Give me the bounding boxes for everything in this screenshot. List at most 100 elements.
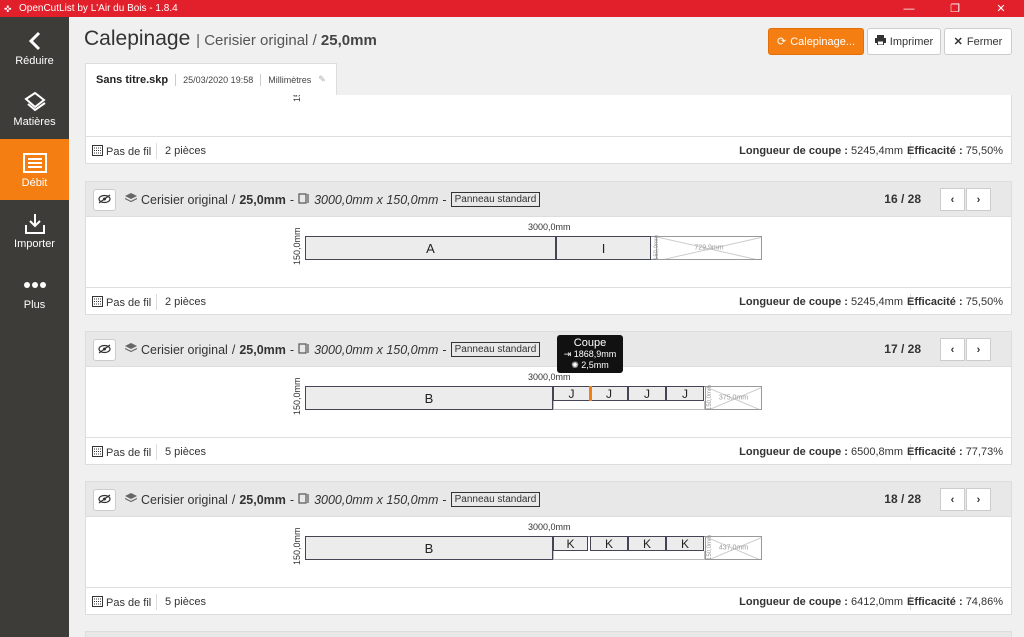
cut-length: Longueur de coupe : 6412,0mm (739, 596, 903, 608)
sidebar-item-matieres[interactable]: Matières (0, 78, 69, 139)
page-title-text: Calepinage (84, 27, 191, 50)
main-area: Calepinage | Cerisier original / 25,0mm … (69, 17, 1024, 637)
sheets-list[interactable]: 150,0mmAI729,9mm150,0mm Pas de fil 2 pièce… (85, 95, 1012, 637)
divider (156, 294, 157, 310)
panel-diagram: 3000,0mm 150,0mm B K K K K 437,0mm 150,0mm (292, 522, 781, 576)
subtitle-material: Cerisier original (204, 32, 309, 49)
print-button[interactable]: Imprimer (867, 28, 941, 55)
close-window-button[interactable]: ✕ (978, 0, 1024, 17)
offcut-height-label: 150,0mm (707, 384, 713, 410)
toggle-visibility-button[interactable] (93, 339, 116, 361)
close-button-label: Fermer (966, 35, 1003, 48)
print-icon (874, 35, 886, 48)
sidebar-item-plus[interactable]: Plus (0, 261, 69, 322)
sidebar-item-label: Plus (23, 298, 46, 311)
part-piece: B (305, 386, 553, 410)
divider (260, 73, 262, 86)
close-button[interactable]: ✕ Fermer (944, 28, 1012, 55)
sheet-thickness: 25,0mm (239, 342, 286, 357)
sheet-header: Cerisier original/25,0mm -3000,0mm x 150,… (85, 481, 1012, 517)
divider (175, 73, 177, 86)
prev-sheet-button[interactable]: ‹ (940, 188, 965, 211)
part-piece: J (628, 386, 666, 401)
file-name: Sans titre.skp (96, 73, 169, 86)
chevron-right-icon: › (976, 493, 981, 506)
efficiency: Efficacité : 75,50% (907, 145, 1003, 157)
eye-slash-icon (98, 194, 111, 207)
part-piece: B (305, 536, 553, 560)
sidebar-item-label: Importer (14, 237, 55, 250)
calepinage-button[interactable]: ⟳ Calepinage... (768, 28, 864, 55)
page-current: 17 (884, 342, 898, 356)
layers-icon (124, 192, 138, 207)
next-sheet-button[interactable]: › (966, 338, 991, 361)
efficiency-value: 75,50% (965, 296, 1003, 308)
sidebar-item-reduire[interactable]: Réduire (0, 17, 69, 78)
toggle-visibility-button[interactable] (93, 189, 116, 211)
sheet-slash: / (231, 192, 236, 207)
grain-label: Pas de fil (106, 597, 152, 609)
sheet-card: Cerisier original/25,0mm -3000,0mm x 150,… (85, 331, 1012, 465)
page-subtitle: | Cerisier original / 25,0mm (196, 32, 377, 49)
dash: - (289, 342, 295, 357)
panel-type-badge: Panneau standard (450, 192, 541, 207)
offcut-area: 375,0mm (705, 386, 762, 410)
cut-length-value: 6500,8mm (851, 446, 903, 458)
sidebar-item-importer[interactable]: Importer (0, 200, 69, 261)
dimensions-icon (298, 342, 310, 357)
cutting-diagram: 150,0mmAI729,9mm150,0mm (85, 95, 1012, 136)
prev-sheet-button[interactable]: ‹ (940, 488, 965, 511)
grain-icon (92, 446, 103, 460)
page-total: 28 (907, 342, 921, 356)
offcut-length-label: 375,0mm (718, 394, 749, 402)
arrow-right-bar-icon: ⇥ (563, 349, 574, 359)
pencil-icon[interactable]: ✎ (318, 74, 326, 85)
panel-type-badge: Panneau standard (450, 492, 541, 507)
part-piece: K (590, 536, 628, 551)
dimensions-icon (298, 192, 310, 207)
grain-icon (92, 145, 103, 159)
restore-button[interactable]: ❐ (932, 0, 978, 17)
next-sheet-button[interactable]: › (966, 488, 991, 511)
panel-height-label: 150,0mm (292, 527, 302, 565)
sidebar-item-debit[interactable]: Débit (0, 139, 69, 200)
minimize-button[interactable]: — (886, 0, 932, 17)
panel-diagram: 3000,0mm 150,0mm A I 729,9mm 150,0mm (292, 222, 781, 276)
page-separator: / (897, 492, 908, 506)
grain-info: Pas de fil (92, 145, 151, 159)
tooltip-kerf: ✺ 2,5mm (562, 360, 618, 371)
sheet-pager: 16 / 28 (884, 192, 921, 206)
window-titlebar: ✜ OpenCutList by L'Air du Bois - 1.8.4 —… (0, 0, 1024, 17)
panel-width-label: 3000,0mm (528, 222, 571, 232)
sheet-header-next (85, 631, 1012, 637)
sheet-header: Cerisier original/25,0mm -3000,0mm x 150,… (85, 181, 1012, 217)
eye-slash-icon (98, 344, 111, 357)
tooltip-title: Coupe (573, 337, 607, 349)
piece-count: 2 pièces (165, 296, 206, 308)
cut-length-label: Longueur de coupe : (739, 296, 848, 308)
grain-label: Pas de fil (106, 297, 152, 309)
part-piece: I (556, 236, 651, 260)
part-piece: K (628, 536, 666, 551)
print-button-label: Imprimer (889, 35, 934, 48)
toggle-visibility-button[interactable] (93, 489, 116, 511)
subtitle-separator: | (196, 32, 201, 49)
cutting-diagram: 3000,0mm 150,0mm A I 729,9mm 150,0mm (85, 217, 1012, 287)
file-units[interactable]: Millimètres (268, 75, 311, 85)
next-sheet-button[interactable]: › (966, 188, 991, 211)
cut-length-label: Longueur de coupe : (739, 145, 848, 157)
cut-length: Longueur de coupe : 5245,4mm (739, 145, 903, 157)
list-icon (22, 151, 47, 175)
efficiency: Efficacité : 77,73% (907, 446, 1003, 458)
page-current: 16 (884, 192, 898, 206)
efficiency-value: 74,86% (965, 596, 1003, 608)
sheet-footer: Pas de fil 5 pièces Longueur de coupe : 64… (85, 587, 1012, 615)
part-piece: J (553, 386, 590, 401)
prev-sheet-button[interactable]: ‹ (940, 338, 965, 361)
panel-diagram: 3000,0mm 150,0mm B J J J J 375,0mm 150,0mm Coupe ⇥… (292, 335, 781, 426)
panel-width-label: 3000,0mm (528, 372, 571, 382)
cut-line-highlight[interactable] (589, 386, 592, 401)
dash: - (289, 492, 295, 507)
app-logo-icon: ✜ (4, 3, 12, 14)
piece-count: 5 pièces (165, 446, 206, 458)
